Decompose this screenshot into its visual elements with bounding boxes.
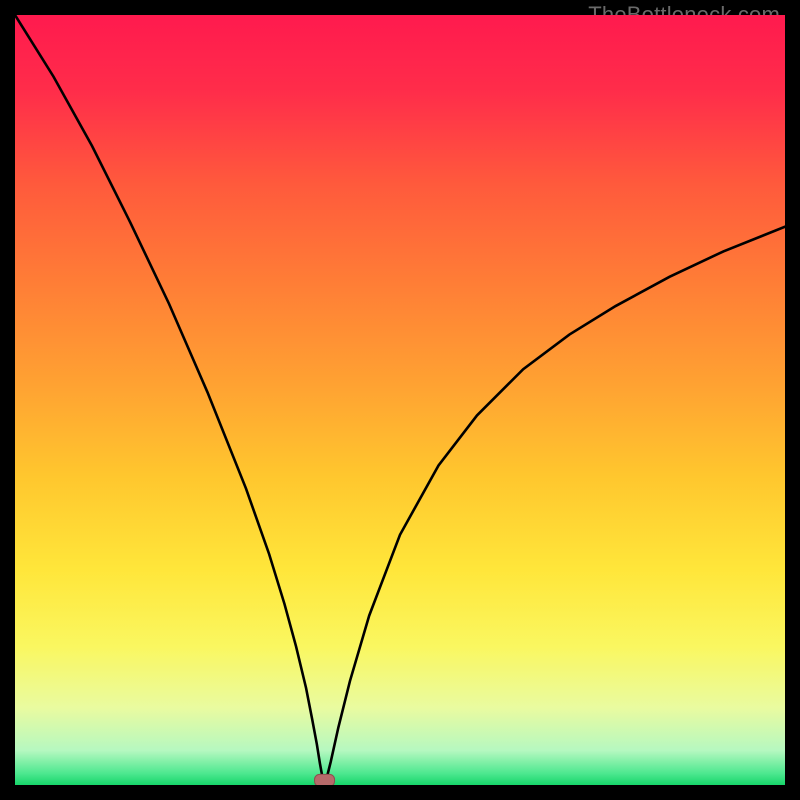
chart-frame [15, 15, 785, 785]
minimum-marker [315, 774, 335, 785]
bottleneck-chart [15, 15, 785, 785]
gradient-background [15, 15, 785, 785]
